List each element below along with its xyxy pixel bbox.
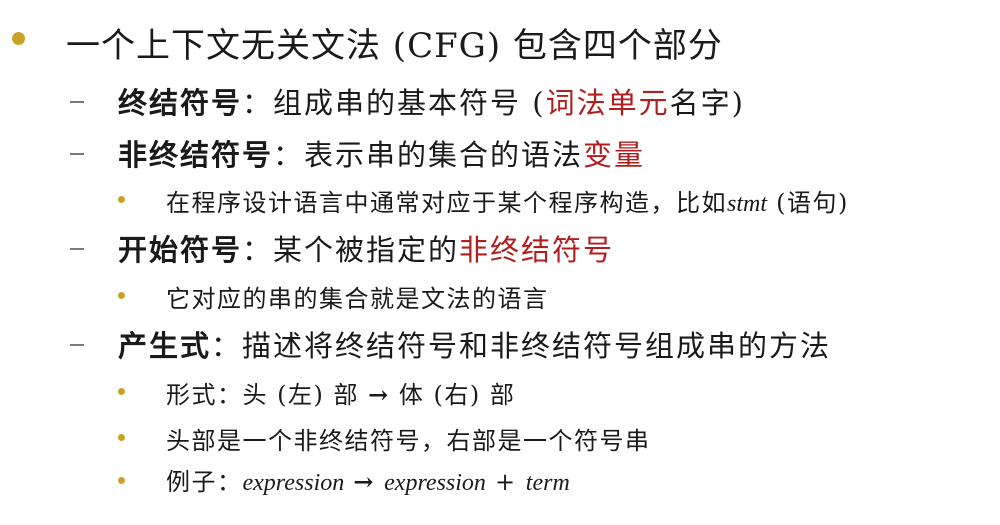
arrow-icon: → bbox=[353, 467, 376, 496]
dash-marker bbox=[70, 344, 84, 346]
sub-italic: expression bbox=[384, 470, 486, 496]
item-production: 产生式：描述将终结符号和非终结符号组成串的方法 bbox=[118, 323, 831, 365]
item-start-symbol: 开始符号：某个被指定的非终结符号 bbox=[118, 227, 614, 269]
desc-text: 某个被指定的 bbox=[273, 233, 460, 267]
separator: ： bbox=[242, 233, 274, 267]
term-label: 终结符号 bbox=[118, 86, 243, 120]
sub-bullet-dot bbox=[118, 434, 125, 441]
sub-bullet-dot bbox=[118, 388, 125, 395]
term-label: 非终结符号 bbox=[118, 138, 274, 172]
term-label: 开始符号 bbox=[118, 233, 243, 267]
separator: ： bbox=[211, 329, 243, 363]
sub-italic: expression bbox=[242, 470, 345, 496]
sub-text: (语句) bbox=[767, 189, 849, 217]
separator: ： bbox=[242, 86, 274, 120]
title-text: 一个上下文无关文法 (CFG) 包含四个部分 bbox=[66, 26, 723, 66]
sub-text: 在程序设计语言中通常对应于某个程序构造，比如 bbox=[166, 189, 727, 217]
desc-text: 名字) bbox=[669, 86, 745, 120]
item-nonterminal: 非终结符号：表示串的集合的语法变量 bbox=[118, 132, 645, 174]
arrow-icon: → bbox=[368, 380, 390, 409]
desc-text: 组成串的基本符号 ( bbox=[273, 86, 546, 120]
dash-marker bbox=[70, 248, 84, 250]
sub-item: 形式：头 (左) 部 → 体 (右) 部 bbox=[166, 375, 515, 410]
term-label: 产生式 bbox=[118, 329, 212, 363]
sub-bullet-dot bbox=[118, 196, 125, 203]
plus-sign: + bbox=[485, 468, 526, 496]
sub-text: 形式：头 (左) 部 bbox=[166, 381, 369, 409]
sub-item: 在程序设计语言中通常对应于某个程序构造，比如stmt (语句) bbox=[166, 183, 849, 218]
sub-italic: stmt bbox=[727, 191, 768, 217]
slide-title: 一个上下文无关文法 (CFG) 包含四个部分 bbox=[66, 18, 723, 67]
sub-text: 头部是一个非终结符号，右部是一个符号串 bbox=[166, 427, 651, 455]
sub-text: 例子： bbox=[166, 468, 243, 496]
item-terminal: 终结符号：组成串的基本符号 (词法单元名字) bbox=[118, 80, 745, 122]
sub-text: 它对应的串的集合就是文法的语言 bbox=[166, 285, 549, 313]
desc-text: 表示串的集合的语法 bbox=[304, 138, 584, 172]
desc-highlight: 词法单元 bbox=[545, 86, 670, 120]
desc-text: 描述将终结符号和非终结符号组成串的方法 bbox=[242, 329, 832, 363]
sub-italic: term bbox=[525, 470, 570, 496]
dash-marker bbox=[70, 153, 84, 155]
sub-item: 它对应的串的集合就是文法的语言 bbox=[166, 279, 549, 314]
sub-item: 头部是一个非终结符号，右部是一个符号串 bbox=[166, 421, 651, 456]
separator: ： bbox=[273, 138, 305, 172]
sub-bullet-dot bbox=[118, 292, 125, 299]
sub-bullet-dot bbox=[118, 477, 125, 484]
dash-marker bbox=[70, 101, 84, 103]
sub-item: 例子：expression → expression + term bbox=[166, 462, 570, 497]
bullet-dot bbox=[12, 32, 25, 45]
desc-highlight: 变量 bbox=[583, 138, 646, 172]
sub-text: 体 (右) 部 bbox=[389, 381, 516, 409]
desc-highlight: 非终结符号 bbox=[459, 233, 615, 267]
